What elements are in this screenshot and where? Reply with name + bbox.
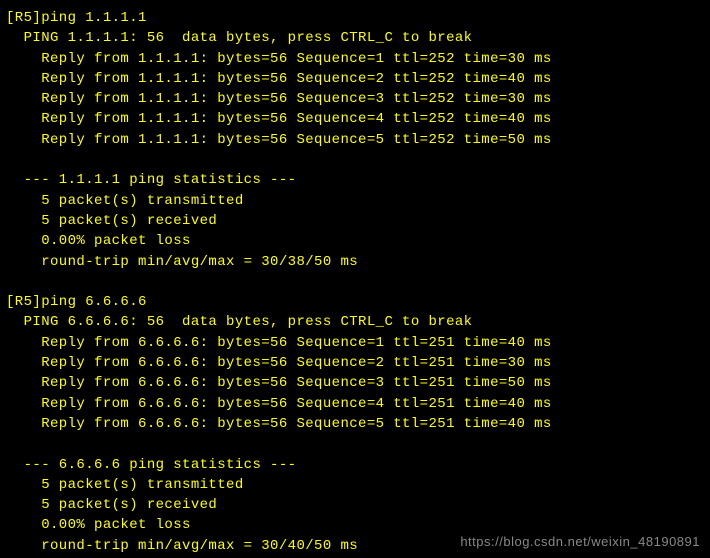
ping-reply: Reply from 6.6.6.6: bytes=56 Sequence=2 … — [6, 353, 704, 373]
ping-reply: Reply from 1.1.1.1: bytes=56 Sequence=1 … — [6, 49, 704, 69]
ping-reply: Reply from 1.1.1.1: bytes=56 Sequence=4 … — [6, 109, 704, 129]
stats-header: --- 6.6.6.6 ping statistics --- — [6, 455, 704, 475]
blank-line — [6, 272, 704, 292]
terminal-output[interactable]: [R5]ping 1.1.1.1 PING 1.1.1.1: 56 data b… — [6, 8, 704, 556]
ping-header: PING 1.1.1.1: 56 data bytes, press CTRL_… — [6, 28, 704, 48]
stats-line: 5 packet(s) transmitted — [6, 475, 704, 495]
stats-line: 0.00% packet loss — [6, 231, 704, 251]
command-line: [R5]ping 1.1.1.1 — [6, 8, 704, 28]
stats-line: round-trip min/avg/max = 30/38/50 ms — [6, 252, 704, 272]
blank-line — [6, 150, 704, 170]
ping-reply: Reply from 6.6.6.6: bytes=56 Sequence=1 … — [6, 333, 704, 353]
ping-reply: Reply from 1.1.1.1: bytes=56 Sequence=3 … — [6, 89, 704, 109]
blank-line — [6, 434, 704, 454]
stats-line: 5 packet(s) received — [6, 495, 704, 515]
ping-reply: Reply from 6.6.6.6: bytes=56 Sequence=5 … — [6, 414, 704, 434]
ping-reply: Reply from 6.6.6.6: bytes=56 Sequence=4 … — [6, 394, 704, 414]
ping-reply: Reply from 1.1.1.1: bytes=56 Sequence=2 … — [6, 69, 704, 89]
stats-line: 5 packet(s) transmitted — [6, 191, 704, 211]
command-line: [R5]ping 6.6.6.6 — [6, 292, 704, 312]
ping-header: PING 6.6.6.6: 56 data bytes, press CTRL_… — [6, 312, 704, 332]
stats-line: 5 packet(s) received — [6, 211, 704, 231]
ping-reply: Reply from 1.1.1.1: bytes=56 Sequence=5 … — [6, 130, 704, 150]
ping-reply: Reply from 6.6.6.6: bytes=56 Sequence=3 … — [6, 373, 704, 393]
stats-header: --- 1.1.1.1 ping statistics --- — [6, 170, 704, 190]
watermark-text: https://blog.csdn.net/weixin_48190891 — [460, 533, 700, 552]
